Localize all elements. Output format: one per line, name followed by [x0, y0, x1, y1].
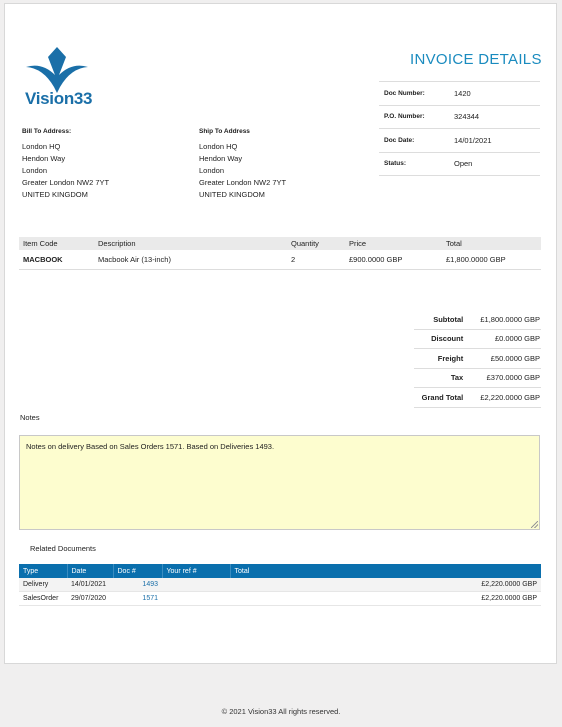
details-row: Doc Number: 1420 — [379, 82, 540, 106]
doc-type: SalesOrder — [19, 591, 67, 606]
item-price: £900.0000 GBP — [345, 250, 442, 270]
totals-row: Discount £0.0000 GBP — [414, 329, 541, 349]
address-line: London — [199, 166, 225, 175]
totals-value: £50.0000 GBP — [471, 348, 541, 369]
totals-value: £1,800.0000 GBP — [471, 310, 541, 330]
column-header: Doc # — [113, 564, 163, 578]
item-quantity: 2 — [287, 250, 345, 270]
totals-label: Grand Total — [414, 387, 472, 408]
page-title: INVOICE DETAILS — [410, 51, 542, 68]
totals-label: Subtotal — [414, 310, 472, 330]
line-items-table: Item Code Description Quantity Price Tot… — [19, 237, 541, 270]
column-header: Description — [94, 237, 287, 250]
doc-ref — [162, 591, 230, 606]
bill-to-heading: Bill To Address: — [22, 128, 72, 135]
doc-date: 29/07/2020 — [67, 591, 113, 606]
totals-row: Tax £370.0000 GBP — [414, 368, 541, 388]
address-line: UNITED KINGDOM — [199, 190, 265, 199]
footer-copyright: © 2021 Vision33 All rights reserved. — [221, 707, 341, 716]
column-header: Type — [19, 564, 68, 578]
doc-number-link[interactable]: 1493 — [113, 578, 162, 592]
column-header: Price — [345, 237, 442, 250]
column-header: Total — [442, 237, 541, 250]
details-value: 14/01/2021 — [454, 135, 492, 145]
totals-value: £0.0000 GBP — [471, 329, 541, 349]
doc-type: Delivery — [19, 578, 67, 592]
resize-grip-icon[interactable] — [531, 521, 538, 528]
address-line: London HQ — [22, 142, 61, 151]
totals-label: Freight — [414, 348, 472, 369]
notes-textarea[interactable]: Notes on delivery Based on Sales Orders … — [19, 435, 540, 530]
doc-total: £2,220.0000 GBP — [230, 578, 541, 592]
doc-ref — [162, 578, 230, 592]
column-header: Total — [230, 564, 541, 578]
totals-row: Freight £50.0000 GBP — [414, 348, 541, 369]
totals-table: Subtotal £1,800.0000 GBP Discount £0.000… — [414, 310, 541, 408]
totals-label: Tax — [414, 368, 472, 388]
address-line: London — [22, 166, 48, 175]
details-row: P.O. Number: 324344 — [379, 106, 540, 129]
item-description: Macbook Air (13-inch) — [94, 250, 287, 270]
column-header: Your ref # — [162, 564, 231, 578]
totals-row: Subtotal £1,800.0000 GBP — [414, 310, 541, 330]
details-row: Status: Open — [379, 153, 540, 176]
address-line: London HQ — [199, 142, 238, 151]
ship-to-address: Ship To Address London HQ Hendon Way Lon… — [199, 126, 286, 201]
ship-to-heading: Ship To Address — [199, 128, 250, 135]
related-documents-label: Related Documents — [30, 544, 96, 553]
notes-text: Notes on delivery Based on Sales Orders … — [26, 442, 275, 451]
bill-to-address: Bill To Address: London HQ Hendon Way Lo… — [22, 126, 109, 201]
details-label: P.O. Number: — [384, 113, 425, 121]
column-header: Item Code — [19, 237, 94, 250]
details-value: 1420 — [454, 88, 471, 98]
totals-value: £2,220.0000 GBP — [471, 387, 541, 408]
item-total: £1,800.0000 GBP — [442, 250, 541, 270]
table-row: SalesOrder 29/07/2020 1571 £2,220.0000 G… — [19, 591, 541, 606]
totals-label: Discount — [414, 329, 472, 349]
address-line: Greater London NW2 7YT — [199, 178, 287, 187]
totals-row: Grand Total £2,220.0000 GBP — [414, 387, 541, 408]
invoice-details-table: Doc Number: 1420 P.O. Number: 324344 Doc… — [379, 81, 540, 176]
related-documents-table: Type Date Doc # Your ref # Total Deliver… — [19, 564, 541, 606]
address-line: UNITED KINGDOM — [22, 190, 88, 199]
details-label: Status: — [384, 160, 407, 168]
details-label: Doc Date: — [384, 136, 415, 144]
totals-value: £370.0000 GBP — [471, 368, 541, 388]
doc-number-link[interactable]: 1571 — [113, 591, 162, 606]
column-header: Date — [67, 564, 114, 578]
item-code: MACBOOK — [19, 250, 94, 270]
table-row: Delivery 14/01/2021 1493 £2,220.0000 GBP — [19, 578, 541, 592]
doc-total: £2,220.0000 GBP — [230, 591, 541, 606]
logo-text: Vision33 — [25, 89, 93, 108]
details-value: 324344 — [454, 112, 480, 122]
details-row: Doc Date: 14/01/2021 — [379, 129, 540, 153]
address-line: Hendon Way — [22, 154, 66, 163]
column-header: Quantity — [287, 237, 345, 250]
details-label: Doc Number: — [384, 89, 425, 97]
address-line: Hendon Way — [199, 154, 243, 163]
table-row: MACBOOK Macbook Air (13-inch) 2 £900.000… — [19, 250, 541, 270]
notes-label: Notes — [20, 413, 40, 422]
doc-date: 14/01/2021 — [67, 578, 113, 592]
address-line: Greater London NW2 7YT — [22, 178, 110, 187]
details-value: Open — [454, 159, 473, 169]
